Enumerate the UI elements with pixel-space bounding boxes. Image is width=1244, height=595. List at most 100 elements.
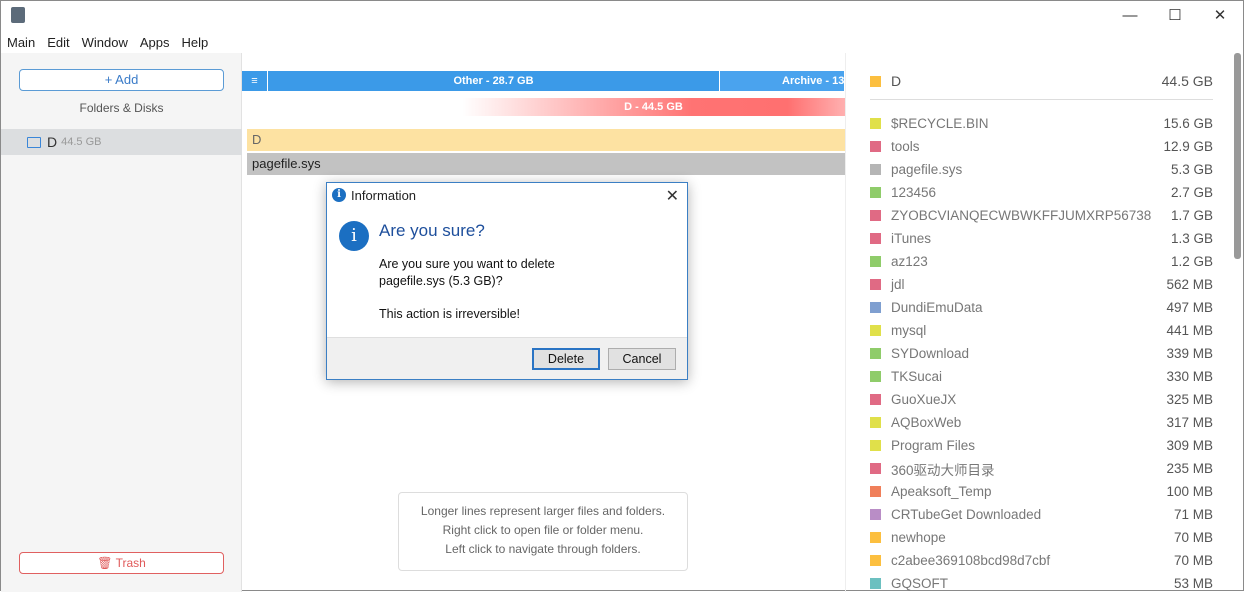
- color-swatch: [870, 187, 881, 198]
- hint-line: Longer lines represent larger files and …: [420, 504, 666, 518]
- list-item[interactable]: c2abee369108bcd98d7cbf 70 MB: [870, 549, 1213, 572]
- color-swatch: [870, 371, 881, 382]
- maximize-button[interactable]: ☐: [1160, 5, 1190, 27]
- item-name: 360驱动大师目录: [891, 462, 995, 478]
- list-item[interactable]: AQBoxWeb 317 MB: [870, 411, 1213, 434]
- list-item[interactable]: GuoXueJX 325 MB: [870, 388, 1213, 411]
- row-d[interactable]: D: [247, 129, 845, 151]
- segment-archive[interactable]: Archive - 13: [720, 71, 845, 91]
- list-item[interactable]: ZYOBCVIANQECWBWKFFJUMXRP56738 1.7 GB: [870, 204, 1213, 227]
- minimize-button[interactable]: —: [1115, 5, 1145, 27]
- color-swatch: [870, 348, 881, 359]
- list-item[interactable]: SYDownload 339 MB: [870, 342, 1213, 365]
- list-item[interactable]: $RECYCLE.BIN 15.6 GB: [870, 112, 1213, 135]
- header-size: 44.5 GB: [1161, 73, 1213, 89]
- color-swatch: [870, 256, 881, 267]
- disk-item-d[interactable]: D 44.5 GB: [1, 129, 242, 155]
- item-name: newhope: [891, 530, 946, 545]
- list-item[interactable]: pagefile.sys 5.3 GB: [870, 158, 1213, 181]
- menu-icon[interactable]: ≡: [242, 71, 268, 91]
- section-label: Folders & Disks: [79, 101, 164, 115]
- disk-bar[interactable]: D - 44.5 GB: [462, 98, 845, 116]
- item-size: 71 MB: [1173, 507, 1213, 522]
- dialog-title-bar: i Information: [327, 183, 687, 207]
- item-name: pagefile.sys: [891, 162, 963, 177]
- item-name: Apeaksoft_Temp: [891, 484, 992, 499]
- segment-other[interactable]: Other - 28.7 GB: [268, 71, 720, 91]
- item-size: 12.9 GB: [1163, 139, 1213, 154]
- list-item[interactable]: az123 1.2 GB: [870, 250, 1213, 273]
- item-size: 100 MB: [1166, 484, 1213, 499]
- file-list: $RECYCLE.BIN 15.6 GB tools 12.9 GB pagefile.…: [870, 112, 1213, 595]
- item-size: 70 MB: [1173, 553, 1213, 568]
- color-swatch: [870, 302, 881, 313]
- delete-button[interactable]: Delete: [532, 348, 600, 370]
- color-swatch: [870, 75, 881, 87]
- item-size: 562 MB: [1166, 277, 1213, 292]
- list-item[interactable]: CRTubeGet Downloaded 71 MB: [870, 503, 1213, 526]
- list-item[interactable]: mysql 441 MB: [870, 319, 1213, 342]
- close-button[interactable]: ✕: [1205, 5, 1235, 27]
- color-swatch: [870, 440, 881, 451]
- item-size: 1.2 GB: [1170, 254, 1213, 269]
- item-name: $RECYCLE.BIN: [891, 116, 989, 131]
- row-pagefile[interactable]: pagefile.sys: [247, 153, 845, 175]
- color-swatch: [870, 325, 881, 336]
- trash-button[interactable]: 🗑 Trash: [19, 552, 224, 574]
- category-bar: ≡ Other - 28.7 GB Archive - 13: [242, 71, 845, 91]
- color-swatch: [870, 417, 881, 428]
- item-name: 123456: [891, 185, 937, 200]
- color-swatch: [870, 210, 881, 221]
- item-size: 1.3 GB: [1170, 231, 1213, 246]
- message-line: Are you sure you want to delete: [379, 257, 555, 271]
- item-name: mysql: [891, 323, 927, 338]
- item-name: iTunes: [891, 231, 932, 246]
- sidebar: + Add Folders & Disks D 44.5 GB 🗑 Trash: [1, 53, 242, 592]
- item-name: GuoXueJX: [891, 392, 957, 407]
- list-item[interactable]: Apeaksoft_Temp 100 MB: [870, 480, 1213, 503]
- list-item[interactable]: tools 12.9 GB: [870, 135, 1213, 158]
- item-name: az123: [891, 254, 928, 269]
- add-button[interactable]: + Add: [19, 69, 224, 91]
- color-swatch: [870, 141, 881, 152]
- list-item[interactable]: iTunes 1.3 GB: [870, 227, 1213, 250]
- trash-icon: 🗑: [97, 556, 116, 570]
- header-name: D: [891, 73, 902, 89]
- disk-size: 44.5 GB: [61, 136, 102, 148]
- list-item[interactable]: jdl 562 MB: [870, 273, 1213, 296]
- color-swatch: [870, 118, 881, 129]
- menu-help[interactable]: Help: [181, 35, 208, 50]
- list-item[interactable]: TKSucai 330 MB: [870, 365, 1213, 388]
- scrollbar[interactable]: [1234, 53, 1241, 259]
- hint-box: Longer lines represent larger files and …: [398, 492, 688, 571]
- list-header: D 44.5 GB: [870, 73, 1213, 89]
- list-item[interactable]: GQSOFT 53 MB: [870, 572, 1213, 595]
- item-name: c2abee369108bcd98d7cbf: [891, 553, 1051, 568]
- dialog-close-button[interactable]: ✕: [666, 186, 679, 206]
- menu-apps[interactable]: Apps: [140, 35, 170, 50]
- cancel-button[interactable]: Cancel: [608, 348, 676, 370]
- dialog-heading: Are you sure?: [379, 221, 485, 240]
- menu-main[interactable]: Main: [7, 35, 35, 50]
- item-size: 325 MB: [1166, 392, 1213, 407]
- list-item[interactable]: 360驱动大师目录 235 MB: [870, 457, 1213, 480]
- list-item[interactable]: Program Files 309 MB: [870, 434, 1213, 457]
- item-name: GQSOFT: [891, 576, 948, 591]
- menu-window[interactable]: Window: [82, 35, 128, 50]
- item-size: 441 MB: [1166, 323, 1213, 338]
- list-item[interactable]: 123456 2.7 GB: [870, 181, 1213, 204]
- list-item[interactable]: newhope 70 MB: [870, 526, 1213, 549]
- app-icon: [11, 7, 25, 23]
- info-icon: i: [339, 221, 369, 251]
- divider: [870, 99, 1213, 100]
- item-name: ZYOBCVIANQECWBWKFFJUMXRP56738: [891, 208, 1152, 223]
- dialog-title: Information: [351, 187, 417, 203]
- color-swatch: [870, 486, 881, 497]
- hint-line: Right click to open file or folder menu.: [442, 523, 644, 537]
- color-swatch: [870, 532, 881, 543]
- color-swatch: [870, 394, 881, 405]
- menu-edit[interactable]: Edit: [47, 35, 69, 50]
- list-item[interactable]: DundiEmuData 497 MB: [870, 296, 1213, 319]
- color-swatch: [870, 279, 881, 290]
- item-size: 70 MB: [1173, 530, 1213, 545]
